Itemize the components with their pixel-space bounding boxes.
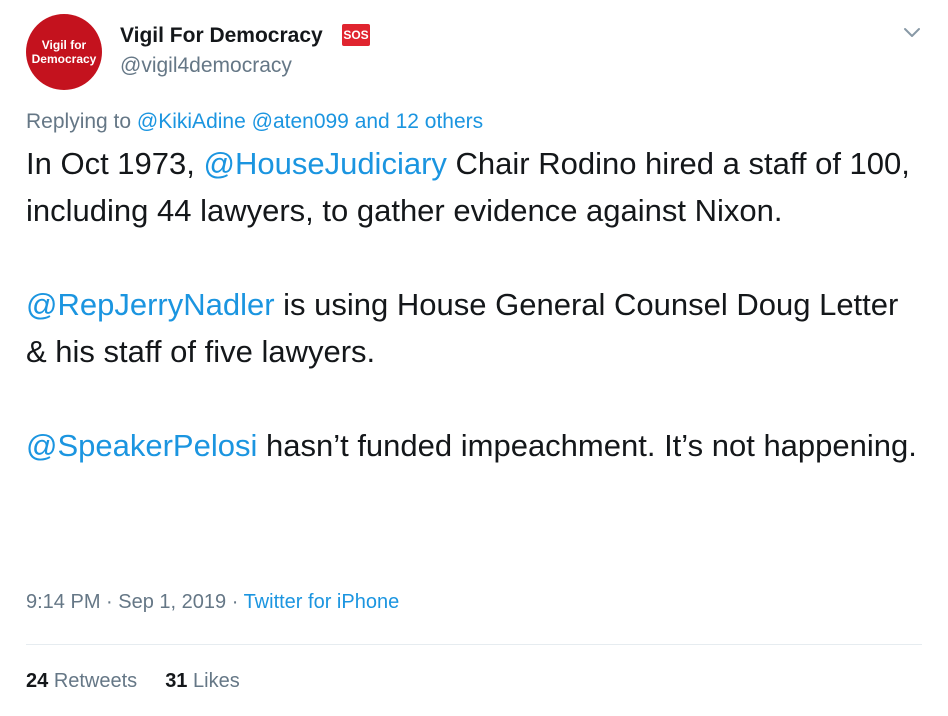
replying-to: Replying to @KikiAdine @aten099 and 12 o… xyxy=(26,110,483,134)
tweet-time[interactable]: 9:14 PM xyxy=(26,591,100,613)
tweet-text-segment: hasn’t funded impeachment. It’s not happ… xyxy=(257,428,917,463)
retweets-count: 24 xyxy=(26,670,49,692)
mention-repjerrynadler[interactable]: @RepJerryNadler xyxy=(26,287,275,322)
avatar[interactable]: Vigil for Democracy xyxy=(26,14,102,90)
tweet-source-link[interactable]: Twitter for iPhone xyxy=(244,591,400,613)
tweet-meta: 9:14 PM · Sep 1, 2019 · Twitter for iPho… xyxy=(26,591,399,614)
likes-count: 31 xyxy=(165,670,188,692)
mention-housejudiciary[interactable]: @HouseJudiciary xyxy=(204,146,447,181)
tweet-text: In Oct 1973, @HouseJudiciary Chair Rodin… xyxy=(26,140,926,469)
likes-label: Likes xyxy=(193,670,240,692)
sos-badge: SOS xyxy=(342,24,370,46)
reply-mention-aten099[interactable]: @aten099 xyxy=(252,110,349,133)
avatar-text-line2: Democracy xyxy=(31,52,97,66)
retweets-stat[interactable]: 24 Retweets xyxy=(26,670,137,692)
replying-to-label: Replying to xyxy=(26,110,132,133)
avatar-text-line1: Vigil for xyxy=(41,38,87,52)
meta-separator: · xyxy=(226,591,244,613)
meta-separator: · xyxy=(100,591,119,613)
mention-speakerpelosi[interactable]: @SpeakerPelosi xyxy=(26,428,257,463)
tweet-text-segment: In Oct 1973, xyxy=(26,146,204,181)
user-handle[interactable]: @vigil4democracy xyxy=(120,54,292,78)
display-name[interactable]: Vigil For Democracy xyxy=(120,24,323,48)
reply-others-link[interactable]: and 12 others xyxy=(355,110,483,133)
tweet-stats: 24 Retweets 31 Likes xyxy=(26,670,240,693)
tweet-card: Vigil for Democracy Vigil For Democracy … xyxy=(0,0,948,716)
chevron-down-icon[interactable] xyxy=(902,22,922,42)
reply-mention-kikiadine[interactable]: @KikiAdine xyxy=(137,110,246,133)
retweets-label: Retweets xyxy=(53,670,138,692)
tweet-date[interactable]: Sep 1, 2019 xyxy=(118,591,226,613)
divider xyxy=(26,644,922,645)
tweet-paragraph: @SpeakerPelosi hasn’t funded impeachment… xyxy=(26,422,926,469)
likes-stat[interactable]: 31 Likes xyxy=(165,670,240,692)
tweet-paragraph: In Oct 1973, @HouseJudiciary Chair Rodin… xyxy=(26,140,926,234)
tweet-paragraph: @RepJerryNadler is using House General C… xyxy=(26,281,926,375)
